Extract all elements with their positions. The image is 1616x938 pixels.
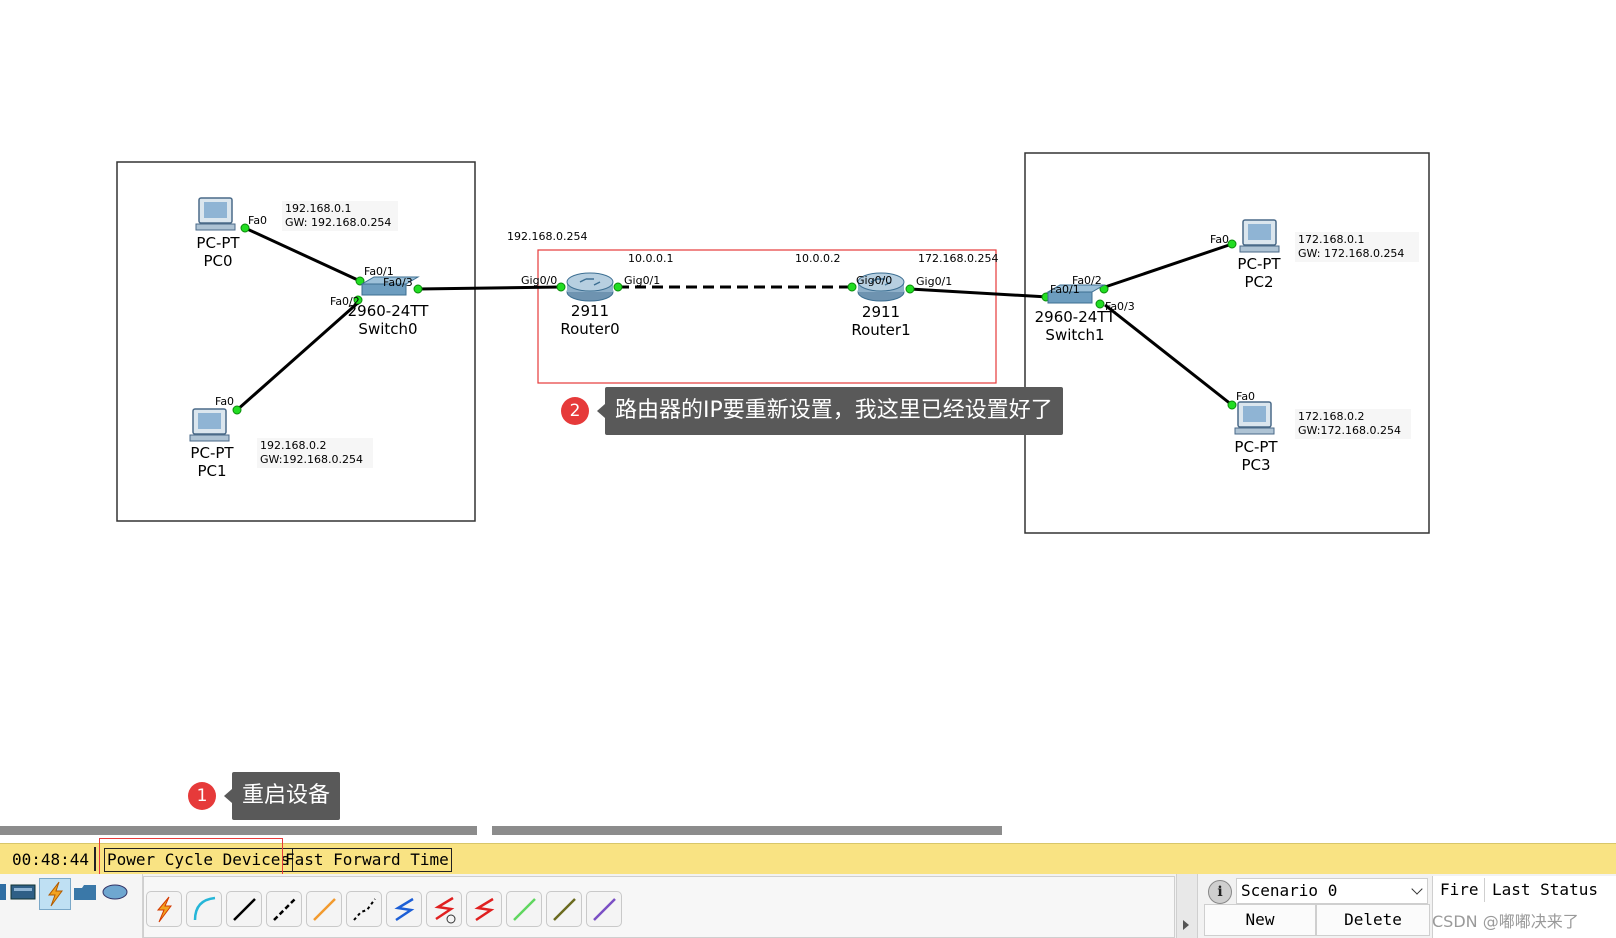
phone-cable-tool[interactable]: [346, 891, 382, 927]
header-divider: [1484, 878, 1485, 902]
multiuser-icon[interactable]: [102, 880, 128, 904]
port-label: Gig0/0: [521, 274, 558, 287]
chevron-down-icon: [1411, 883, 1423, 895]
switch0-name: Switch0: [358, 320, 418, 338]
coaxial-tool[interactable]: [386, 891, 422, 927]
workspace-scrollbar-left[interactable]: [0, 826, 477, 835]
router0-model: 2911: [570, 302, 610, 320]
router1-label: 2911 Router1: [841, 303, 921, 339]
pc2-model: PC-PT: [1237, 255, 1281, 273]
pdu-fire-header[interactable]: Fire: [1440, 880, 1479, 899]
pc1-model: PC-PT: [190, 444, 234, 462]
pc1-name: PC1: [197, 462, 227, 480]
note-line: 172.168.0.2: [1298, 410, 1365, 423]
switch1-label: 2960-24TT Switch1: [1025, 308, 1125, 344]
router0-g00-ip-note[interactable]: 192.168.0.254: [507, 230, 587, 243]
pc1-icon: [189, 408, 230, 442]
serial-dte-tool[interactable]: [466, 891, 502, 927]
pc0-icon: [195, 197, 236, 231]
scenario-select[interactable]: Scenario 0: [1236, 878, 1428, 904]
pc3-icon: [1234, 401, 1275, 435]
port-label: Gig0/1: [916, 275, 953, 288]
components-icon[interactable]: [72, 880, 98, 904]
link-switch0-router0: [417, 285, 562, 291]
automatic-connection-tool[interactable]: [146, 891, 182, 927]
pc0-ip-note[interactable]: 192.168.0.1 GW: 192.168.0.254: [282, 201, 398, 231]
annotation-badge-2: 2: [561, 397, 589, 425]
pc2-icon: [1239, 219, 1280, 253]
copper-straight-through-tool[interactable]: [226, 891, 262, 927]
router0-icon: [566, 272, 614, 302]
note-line: 192.168.0.2: [260, 439, 327, 452]
router1-g00-ip-note[interactable]: 10.0.0.2: [795, 252, 840, 265]
console-cable-tool[interactable]: [186, 891, 222, 927]
workspace-scrollbar-right[interactable]: [492, 826, 1002, 835]
annotation-callout-2: 路由器的IP要重新设置，我这里已经设置好了: [597, 387, 1063, 435]
note-line: GW: 192.168.0.254: [285, 216, 392, 229]
router0-label: 2911 Router0: [550, 302, 630, 338]
port-label: Fa0: [248, 214, 268, 227]
port-label: Fa0: [1236, 390, 1256, 403]
copper-cross-over-tool[interactable]: [266, 891, 302, 927]
octal-cable-tool[interactable]: [506, 891, 542, 927]
end-devices-icon[interactable]: [10, 880, 36, 904]
port-label: Fa0/2: [1072, 274, 1102, 287]
pc2-name: PC2: [1244, 273, 1274, 291]
port-label: Fa0: [1210, 233, 1230, 246]
elapsed-time: 00:48:44: [12, 850, 90, 869]
pc3-name: PC3: [1241, 456, 1271, 474]
note-line: 172.168.0.1: [1298, 233, 1365, 246]
expand-arrow-icon[interactable]: [1183, 920, 1189, 930]
port-label: Gig0/1: [624, 274, 661, 287]
pdu-last-status-header[interactable]: Last Status: [1492, 880, 1598, 899]
link-switch1-pc2: [1101, 242, 1233, 290]
divider: [94, 847, 96, 871]
router1-g01-ip-note[interactable]: 172.168.0.254: [918, 252, 998, 265]
realtime-bar: 00:48:44 Power Cycle Devices Fast Forwar…: [0, 838, 1616, 888]
router0-name: Router0: [560, 320, 620, 338]
usb-cable-tool[interactable]: [586, 891, 622, 927]
note-line: GW:172.168.0.254: [1298, 424, 1401, 437]
note-line: 192.168.0.1: [285, 202, 352, 215]
port-label: Fa0: [215, 395, 235, 408]
router1-model: 2911: [861, 303, 901, 321]
scenario-select-value: Scenario 0: [1241, 881, 1338, 900]
link-router1-switch1: [909, 287, 1049, 299]
fiber-tool[interactable]: [306, 891, 342, 927]
delete-scenario-button[interactable]: Delete: [1316, 904, 1430, 936]
pc2-label: PC-PT PC2: [1229, 255, 1289, 291]
pc1-ip-note[interactable]: 192.168.0.2 GW:192.168.0.254: [257, 438, 373, 468]
note-line: GW:192.168.0.254: [260, 453, 363, 466]
pc0-name: PC0: [203, 252, 233, 270]
annotation-badge-1: 1: [188, 782, 216, 810]
pc3-ip-note[interactable]: 172.168.0.2 GW:172.168.0.254: [1295, 409, 1411, 439]
pc3-label: PC-PT PC3: [1226, 438, 1286, 474]
serial-dce-tool[interactable]: [426, 891, 462, 927]
port-label: Gig0/0: [856, 274, 893, 287]
connections-category-icon[interactable]: [39, 878, 71, 910]
new-scenario-button[interactable]: New: [1204, 904, 1316, 936]
panel-splitter[interactable]: [1176, 874, 1198, 938]
router0-g01-ip-note[interactable]: 10.0.0.1: [628, 252, 673, 265]
annotation-callout-1: 重启设备: [223, 772, 341, 820]
pc0-label: PC-PT PC0: [188, 234, 248, 270]
port-label: Fa0/2: [330, 295, 360, 308]
iot-custom-cable-tool[interactable]: [546, 891, 582, 927]
info-icon[interactable]: i: [1208, 880, 1232, 904]
fast-forward-time-button[interactable]: Fast Forward Time: [282, 848, 452, 872]
pc3-model: PC-PT: [1234, 438, 1278, 456]
watermark: CSDN @嘟嘟决来了: [1432, 912, 1579, 931]
logical-workspace[interactable]: PC-PT PC0 PC-PT PC1 PC-PT PC2 PC-PT PC3 …: [0, 0, 1616, 820]
router1-name: Router1: [851, 321, 911, 339]
note-line: GW: 172.168.0.254: [1298, 247, 1405, 260]
pc2-ip-note[interactable]: 172.168.0.1 GW: 172.168.0.254: [1295, 232, 1419, 262]
pc0-model: PC-PT: [196, 234, 240, 252]
port-label: Fa0/3: [383, 276, 413, 289]
pc1-label: PC-PT PC1: [182, 444, 242, 480]
port-label: Fa0/3: [1105, 300, 1135, 313]
switch1-name: Switch1: [1045, 326, 1105, 344]
link-pc0-switch0: [244, 226, 361, 283]
